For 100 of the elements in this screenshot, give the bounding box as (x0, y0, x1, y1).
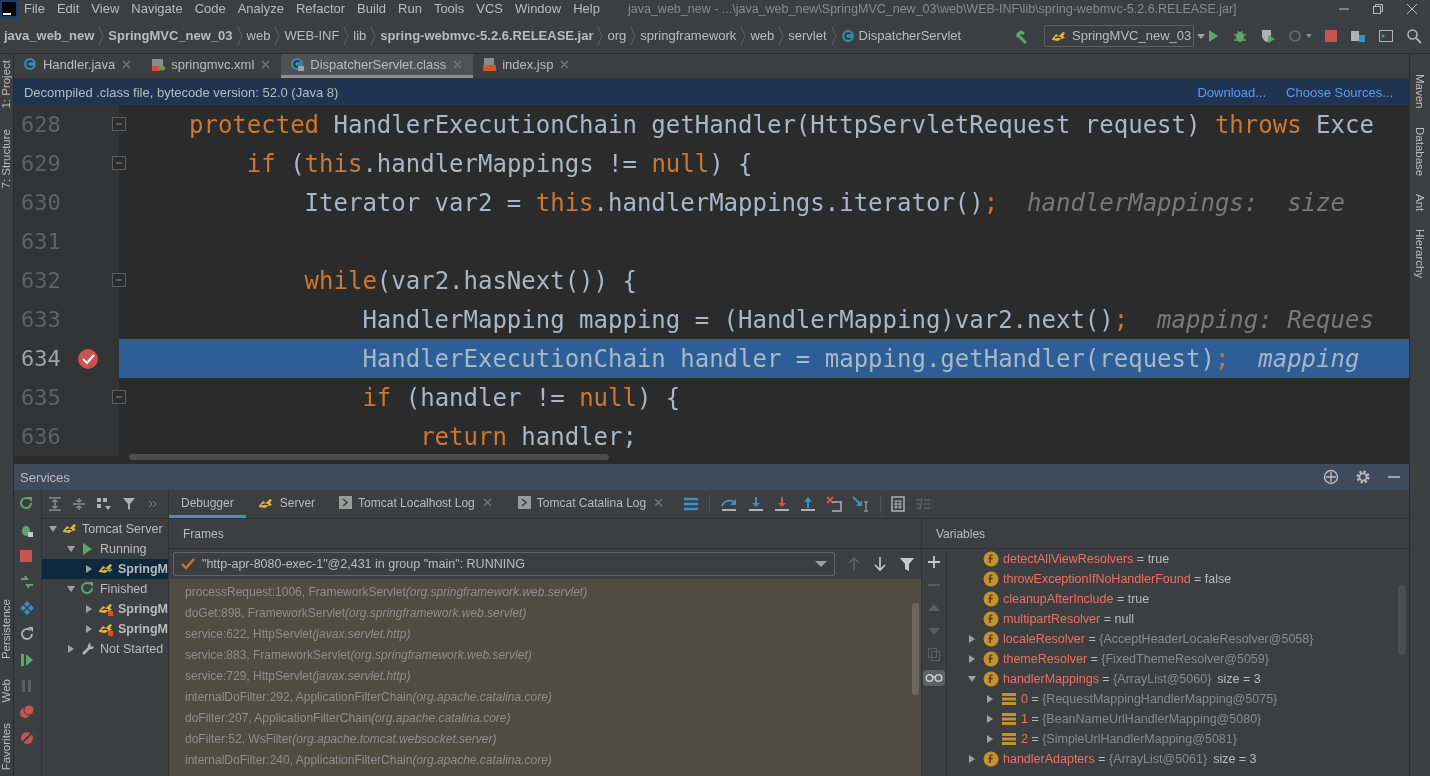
debugger-tab[interactable]: Tomcat Localhost Log (327, 490, 506, 518)
menu-item[interactable]: Code (188, 0, 232, 18)
menu-item[interactable]: Build (351, 0, 392, 18)
breadcrumb[interactable]: web (750, 28, 775, 43)
menu-icon[interactable] (683, 497, 700, 511)
menu-item[interactable]: Analyze (231, 0, 290, 18)
menu-item[interactable]: File (18, 0, 51, 18)
tool-window-button[interactable]: 1: Project (0, 60, 13, 109)
collapsed-arrow-icon[interactable] (985, 714, 995, 724)
collapsed-arrow-icon[interactable] (967, 754, 977, 764)
diamond-icon[interactable] (19, 600, 36, 616)
breadcrumb[interactable]: SpringMVC_new_03 (108, 28, 233, 43)
collapsed-arrow-icon[interactable] (967, 634, 977, 644)
crosshair-icon[interactable] (1323, 469, 1339, 485)
tool-window-button[interactable]: 7: Structure (0, 128, 13, 189)
menu-item[interactable]: Window (508, 0, 568, 18)
variable-row[interactable]: 0 = {RequestMappingHandlerMapping@5075} (947, 689, 1409, 709)
breadcrumb[interactable]: java_web_new (4, 28, 95, 43)
expanded-arrow-icon[interactable] (967, 674, 977, 684)
breadcrumb[interactable]: spring-webmvc-5.2.6.RELEASE.jar (380, 28, 594, 43)
debugger-tab[interactable]: Debugger (169, 490, 246, 518)
breadcrumb[interactable]: web (246, 28, 271, 43)
tree-item[interactable]: Tomcat Server (42, 519, 168, 539)
calculator-icon[interactable] (891, 496, 906, 512)
tree-item[interactable]: SpringM (42, 559, 168, 579)
close-icon[interactable] (1406, 3, 1418, 15)
debugger-tab[interactable]: Tomcat Catalina Log (505, 490, 678, 518)
scrollbar-thumb[interactable] (912, 603, 919, 695)
tree-item[interactable]: SpringM (42, 599, 168, 619)
fold-marker-icon[interactable] (112, 390, 126, 404)
collapsed-arrow-icon[interactable] (66, 644, 76, 654)
breadcrumb[interactable]: WEB-INF (284, 28, 340, 43)
settings-icon[interactable] (1355, 469, 1371, 485)
run-icon[interactable] (1206, 27, 1220, 44)
tree-item[interactable]: Finished (42, 579, 168, 599)
tool-window-button[interactable]: Database (1414, 126, 1426, 176)
collapsed-arrow-icon[interactable] (84, 604, 94, 614)
more-icon[interactable] (148, 499, 158, 509)
refresh-icon[interactable] (19, 626, 36, 642)
force-step-into-icon[interactable] (774, 496, 791, 512)
terminal-icon[interactable] (1378, 27, 1394, 44)
editor-tab[interactable]: DispatcherServlet.class (281, 54, 474, 78)
profiler-icon[interactable] (1288, 27, 1312, 44)
editor-tab[interactable]: springmvc.xml (142, 54, 282, 78)
breadcrumb[interactable]: lib (353, 28, 367, 43)
stop-icon[interactable] (1324, 28, 1338, 43)
watches-toggle[interactable] (923, 670, 945, 686)
deploy-icon[interactable] (19, 574, 36, 590)
breadcrumb[interactable]: servlet (788, 28, 827, 43)
filter-icon[interactable] (899, 556, 915, 572)
step-out-icon[interactable] (800, 496, 817, 512)
collapse-all-icon[interactable] (72, 497, 86, 511)
collapsed-arrow-icon[interactable] (84, 564, 94, 574)
variable-row[interactable]: detectAllViewResolvers = true (947, 549, 1409, 569)
tree-item[interactable]: SpringM (42, 619, 168, 639)
mute-breakpoints-icon[interactable] (19, 730, 36, 746)
variable-row[interactable]: localeResolver = {AcceptHeaderLocaleResolver@5058} (947, 629, 1409, 649)
collapsed-arrow-icon[interactable] (985, 734, 995, 744)
variable-row[interactable]: themeResolver = {FixedThemeResolver@5059} (947, 649, 1409, 669)
scrollbar-thumb[interactable] (129, 454, 609, 460)
variable-row[interactable]: handlerMappings = {ArrayList@5060} size = 3 (947, 669, 1409, 689)
filter-icon[interactable] (122, 497, 138, 511)
breadcrumb[interactable]: DispatcherServlet (858, 28, 962, 43)
down-arrow-icon[interactable] (873, 556, 887, 572)
collapsed-arrow-icon[interactable] (985, 694, 995, 704)
tool-window-button[interactable]: Hierarchy (1414, 229, 1426, 279)
breakpoint-icon[interactable] (77, 347, 99, 370)
group-icon[interactable] (96, 497, 112, 511)
menu-item[interactable]: Refactor (289, 0, 352, 18)
menu-item[interactable]: Edit (50, 0, 86, 18)
variable-row[interactable]: cleanupAfterInclude = true (947, 589, 1409, 609)
debugger-tab[interactable]: Server (245, 490, 328, 518)
search-icon[interactable] (1406, 27, 1422, 44)
step-into-icon[interactable] (748, 496, 765, 512)
expand-all-icon[interactable] (48, 497, 62, 511)
fold-marker-icon[interactable] (112, 273, 126, 287)
menu-item[interactable]: Run (392, 0, 428, 18)
run-to-cursor-icon[interactable] (852, 496, 871, 512)
collapsed-arrow-icon[interactable] (967, 654, 977, 664)
collapsed-arrow-icon[interactable] (84, 624, 94, 634)
link[interactable]: Download... (1197, 84, 1267, 100)
thread-dropdown[interactable]: "http-apr-8080-exec-1"@2,431 in group "main": RUNNING (173, 552, 835, 576)
tool-window-button[interactable]: Persistence (0, 599, 13, 660)
expanded-arrow-icon[interactable] (66, 584, 76, 594)
fold-marker-icon[interactable] (112, 117, 126, 131)
tool-window-button[interactable]: Ant (1414, 193, 1426, 212)
editor-tab[interactable]: Handler.java (14, 54, 143, 78)
coverage-icon[interactable] (1260, 27, 1276, 44)
tree-item[interactable]: Running (42, 539, 168, 559)
tool-window-button[interactable]: Maven (1414, 74, 1426, 109)
breadcrumb[interactable]: org (607, 28, 627, 43)
tool-window-button[interactable]: Web (0, 679, 13, 703)
tree-item[interactable]: Not Started (42, 639, 168, 659)
link[interactable]: Choose Sources... (1286, 84, 1393, 100)
breakpoints-icon[interactable] (19, 704, 36, 720)
expanded-arrow-icon[interactable] (48, 524, 58, 534)
variable-row[interactable]: 2 = {SimpleUrlHandlerMapping@5081} (947, 729, 1409, 749)
variable-row[interactable]: multipartResolver = null (947, 609, 1409, 629)
variable-row[interactable]: 1 = {BeanNameUrlHandlerMapping@5080} (947, 709, 1409, 729)
expanded-arrow-icon[interactable] (66, 544, 76, 554)
